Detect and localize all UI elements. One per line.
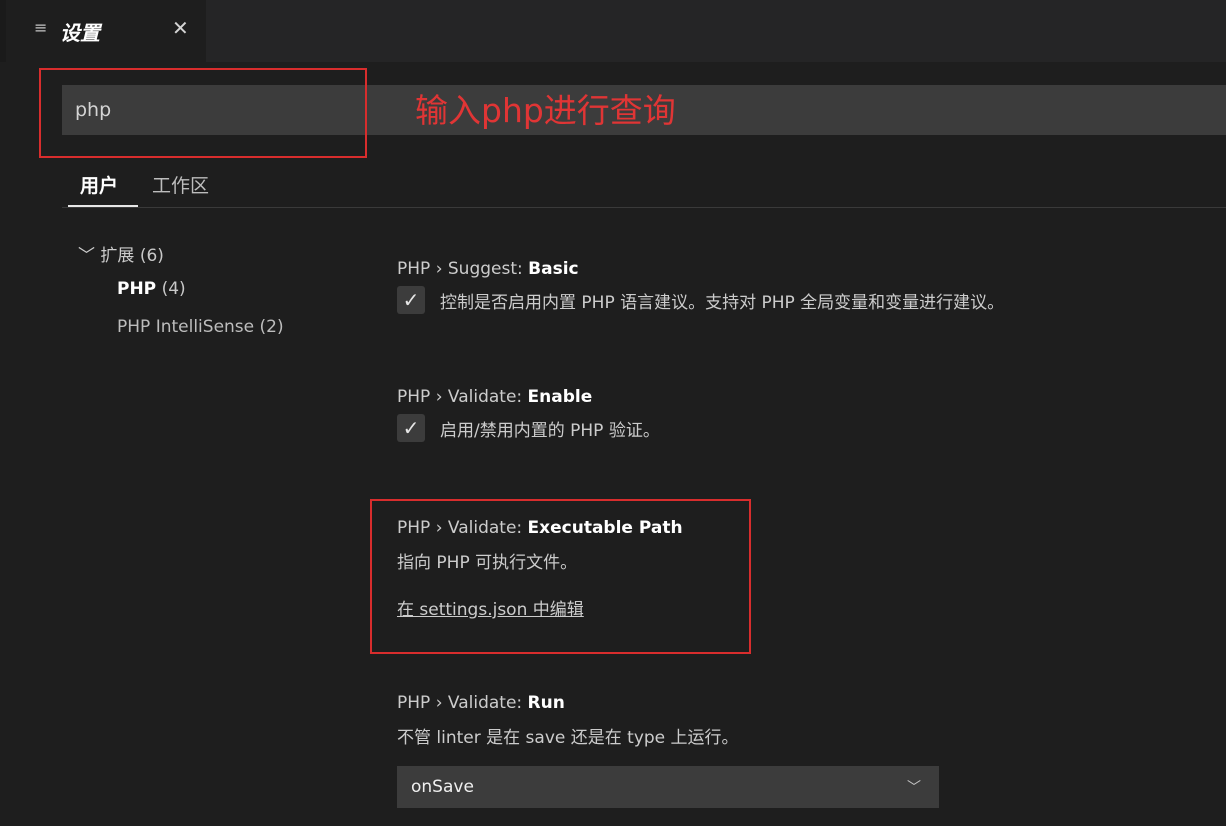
tab-settings[interactable]: ≡ 设置 ✕	[6, 0, 206, 62]
chevron-down-icon: ﹀	[78, 246, 95, 266]
toc-extensions-count: (6)	[139, 246, 164, 266]
setting-name: Run	[527, 693, 565, 713]
setting-description: 不管 linter 是在 save 还是在 type 上运行。	[397, 728, 739, 748]
checkbox-suggest-basic[interactable]: ✓	[397, 286, 425, 314]
toc-item-php[interactable]: PHP (4)	[117, 279, 186, 299]
setting-name: Basic	[528, 259, 579, 279]
toc-intellisense-count: (2)	[259, 317, 284, 337]
setting-title: PHP › Validate: Run	[397, 693, 1207, 717]
toc-php-count: (4)	[161, 279, 186, 299]
setting-suggest-basic: PHP › Suggest: Basic ✓ 控制是否启用内置 PHP 语言建议…	[397, 259, 1207, 314]
check-icon: ✓	[402, 288, 420, 312]
checkbox-validate-enable[interactable]: ✓	[397, 414, 425, 442]
editor-tab-bar: ≡ 设置 ✕	[0, 0, 1226, 62]
toc-intellisense-label: PHP IntelliSense	[117, 317, 255, 337]
setting-name: Enable	[527, 387, 593, 407]
tab-workspace[interactable]: 工作区	[152, 171, 209, 198]
run-select-value: onSave	[411, 777, 474, 797]
toc-item-extensions[interactable]: ﹀ 扩展 (6)	[78, 241, 164, 266]
setting-title: PHP › Validate: Enable	[397, 387, 1207, 411]
setting-description: 启用/禁用内置的 PHP 验证。	[440, 420, 660, 441]
toc-item-php-intellisense[interactable]: PHP IntelliSense (2)	[117, 317, 284, 337]
annotation-box-search	[39, 68, 367, 158]
setting-prefix: PHP › Validate:	[397, 387, 528, 407]
checkbox-row: ✓ 启用/禁用内置的 PHP 验证。	[397, 414, 1207, 442]
setting-prefix: PHP › Validate:	[397, 693, 528, 713]
annotation-box-executable-path	[370, 499, 751, 654]
tab-user[interactable]: 用户	[80, 171, 118, 198]
setting-prefix: PHP › Suggest:	[397, 259, 529, 279]
tabs-divider	[62, 207, 1226, 208]
tab-title: 设置	[60, 21, 100, 45]
setting-title: PHP › Suggest: Basic	[397, 259, 1207, 283]
setting-validate-enable: PHP › Validate: Enable ✓ 启用/禁用内置的 PHP 验证…	[397, 387, 1207, 442]
setting-description: 控制是否启用内置 PHP 语言建议。支持对 PHP 全局变量和变量进行建议。	[440, 292, 1005, 313]
chevron-down-icon: ﹀	[907, 780, 921, 796]
checkbox-row: ✓ 控制是否启用内置 PHP 语言建议。支持对 PHP 全局变量和变量进行建议。	[397, 286, 1207, 314]
list-icon: ≡	[34, 18, 48, 37]
setting-validate-run: PHP › Validate: Run 不管 linter 是在 save 还是…	[397, 693, 1207, 748]
close-icon[interactable]: ✕	[172, 16, 189, 40]
toc-extensions-label: 扩展	[100, 246, 135, 266]
run-select[interactable]: onSave ﹀	[397, 766, 939, 808]
check-icon: ✓	[402, 416, 420, 440]
toc-php-label: PHP	[117, 279, 157, 299]
annotation-text: 输入php进行查询	[415, 91, 676, 130]
